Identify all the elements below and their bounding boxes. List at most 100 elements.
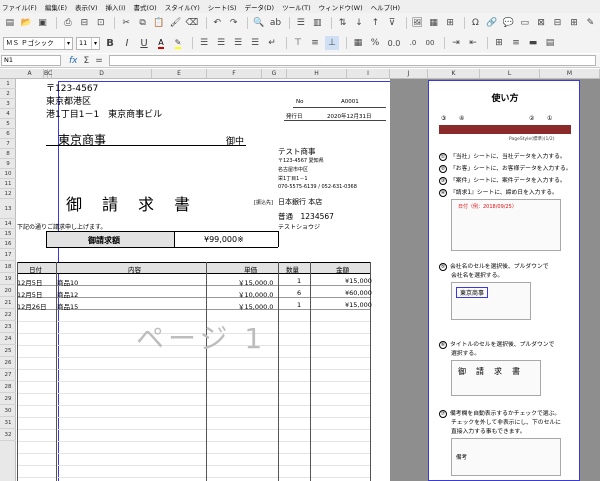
- clear-format-icon[interactable]: ⌫: [185, 16, 198, 30]
- column-header[interactable]: K: [428, 69, 480, 79]
- column-header[interactable]: A: [16, 69, 44, 79]
- align-middle-icon[interactable]: ≡: [308, 36, 322, 50]
- sort-desc-icon[interactable]: ↑: [369, 16, 382, 30]
- sum-button[interactable]: Σ: [84, 56, 90, 66]
- delete-decimal-button[interactable]: 00: [423, 36, 437, 50]
- row-header[interactable]: 13: [0, 199, 16, 219]
- open-icon[interactable]: 📂: [19, 16, 32, 30]
- row-header[interactable]: 31: [0, 417, 16, 429]
- hyperlink-icon[interactable]: 🔗: [485, 16, 498, 30]
- row-header[interactable]: 16: [0, 239, 16, 249]
- chevron-down-icon[interactable]: ▾: [91, 37, 99, 49]
- spelling-icon[interactable]: ab: [269, 16, 282, 30]
- menu-item[interactable]: 編集(E): [45, 2, 67, 12]
- row-icon[interactable]: ☰: [294, 16, 307, 30]
- row-header[interactable]: 9: [0, 159, 16, 169]
- copy-icon[interactable]: ⧉: [136, 16, 149, 30]
- font-color-icon[interactable]: A: [154, 36, 168, 50]
- chevron-down-icon[interactable]: ▾: [64, 37, 72, 49]
- pivot-table-icon[interactable]: ⊞: [443, 16, 456, 30]
- underline-button[interactable]: U: [137, 36, 151, 50]
- conditional-format-icon[interactable]: ▤: [543, 36, 557, 50]
- row-header[interactable]: 2: [0, 89, 16, 99]
- row-header[interactable]: 21: [0, 297, 16, 309]
- bold-button[interactable]: B: [103, 36, 117, 50]
- document-title[interactable]: 御 請 求 書: [66, 191, 192, 215]
- borders-icon[interactable]: ⊞: [492, 36, 506, 50]
- row-header[interactable]: 6: [0, 129, 16, 139]
- column-header[interactable]: L: [480, 69, 540, 79]
- row-header[interactable]: 28: [0, 381, 16, 393]
- menu-item[interactable]: 表示(V): [75, 2, 98, 12]
- menu-item[interactable]: ツール(T): [282, 2, 311, 12]
- row-header[interactable]: 20: [0, 285, 16, 297]
- undo-icon[interactable]: ↶: [211, 16, 224, 30]
- cut-icon[interactable]: ✂: [119, 16, 132, 30]
- sort-icon[interactable]: ⇅: [336, 16, 349, 30]
- export-pdf-icon[interactable]: ⎙: [61, 16, 74, 30]
- freeze-icon[interactable]: ⊟: [551, 16, 564, 30]
- align-top-icon[interactable]: ⊤: [291, 36, 305, 50]
- print-preview-icon[interactable]: ⊡: [94, 16, 107, 30]
- align-bottom-icon[interactable]: ⊥: [325, 36, 339, 50]
- row-header[interactable]: 23: [0, 321, 16, 333]
- chart-icon[interactable]: ▦: [427, 16, 440, 30]
- autofilter-icon[interactable]: ⊽: [385, 16, 398, 30]
- function-wizard-button[interactable]: fx: [69, 56, 78, 66]
- row-header[interactable]: 22: [0, 309, 16, 321]
- add-decimal-button[interactable]: .0: [406, 36, 420, 50]
- row-header[interactable]: 3: [0, 99, 16, 109]
- indent-icon[interactable]: ⇥: [449, 36, 463, 50]
- column-header[interactable]: G: [262, 69, 287, 79]
- menu-item[interactable]: ウィンドウ(W): [319, 2, 363, 12]
- justify-icon[interactable]: ☰: [248, 36, 262, 50]
- comment-icon[interactable]: 💬: [502, 16, 515, 30]
- align-left-icon[interactable]: ☰: [197, 36, 211, 50]
- align-center-icon[interactable]: ☰: [214, 36, 228, 50]
- row-header[interactable]: 30: [0, 405, 16, 417]
- font-size-box[interactable]: 11 ▾: [76, 36, 100, 50]
- formula-input[interactable]: [108, 55, 596, 66]
- row-header[interactable]: 32: [0, 429, 16, 441]
- row-header[interactable]: 7: [0, 139, 16, 149]
- row-header[interactable]: 12: [0, 189, 16, 199]
- menu-item[interactable]: ファイル(F): [2, 2, 37, 12]
- row-header[interactable]: 26: [0, 357, 16, 369]
- split-window-icon[interactable]: ⊞: [567, 16, 580, 30]
- column-header[interactable]: D: [52, 69, 152, 79]
- align-right-icon[interactable]: ☰: [231, 36, 245, 50]
- new-document-icon[interactable]: ▤: [3, 16, 16, 30]
- column-icon[interactable]: ▥: [311, 16, 324, 30]
- column-header[interactable]: E: [152, 69, 207, 79]
- row-header[interactable]: 19: [0, 273, 16, 285]
- row-header[interactable]: 17: [0, 249, 16, 261]
- usage-sheet[interactable]: 使い方 ③ ④ ② ① PageStyle(標準)(1/2) ① 「当社」シートに…: [428, 80, 580, 481]
- sort-asc-icon[interactable]: ↓: [352, 16, 365, 30]
- currency-icon[interactable]: ▦: [351, 36, 365, 50]
- row-header[interactable]: 1: [0, 79, 16, 89]
- row-header[interactable]: 25: [0, 345, 16, 357]
- print-icon[interactable]: ⊟: [78, 16, 91, 30]
- save-icon[interactable]: ▣: [36, 16, 49, 30]
- menu-item[interactable]: ヘルプ(H): [371, 2, 400, 12]
- column-header[interactable]: H: [287, 69, 347, 79]
- formula-button[interactable]: =: [95, 56, 103, 66]
- header-footer-icon[interactable]: ▭: [518, 16, 531, 30]
- row-header[interactable]: 15: [0, 229, 16, 239]
- font-name-box[interactable]: ＭＳ Ｐゴシック ▾: [3, 36, 73, 50]
- invoice-sheet[interactable]: 〒123-4567 東京都港区 港1丁目1－1 東京商事ビル No A0001 …: [16, 79, 390, 481]
- menu-item[interactable]: データ(D): [244, 2, 274, 12]
- menu-item[interactable]: シート(S): [208, 2, 237, 12]
- outdent-icon[interactable]: ⇤: [466, 36, 480, 50]
- border-color-icon[interactable]: ▬: [526, 36, 540, 50]
- row-header[interactable]: 27: [0, 369, 16, 381]
- name-box[interactable]: N1: [1, 55, 61, 66]
- row-header[interactable]: 4: [0, 109, 16, 119]
- highlight-icon[interactable]: ✎: [171, 36, 185, 50]
- find-replace-icon[interactable]: 🔍: [252, 16, 265, 30]
- image-icon[interactable]: 🖼: [411, 16, 424, 30]
- menu-item[interactable]: 書式(O): [134, 2, 157, 12]
- row-header[interactable]: 18: [0, 261, 16, 273]
- menu-item[interactable]: 挿入(I): [106, 2, 126, 12]
- column-header[interactable]: I: [347, 69, 390, 79]
